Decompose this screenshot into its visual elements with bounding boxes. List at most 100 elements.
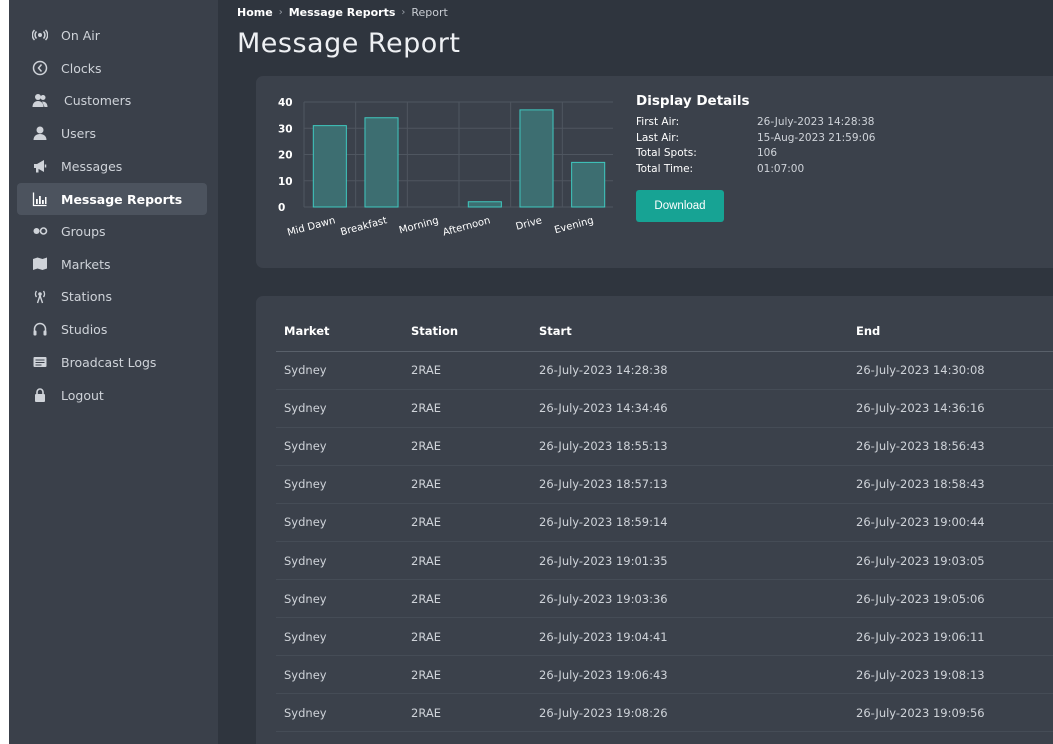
table-row[interactable]: Sydney 2RAE 26-July-2023 18:59:14 26-July-2…	[276, 503, 1053, 542]
customers-icon	[31, 91, 49, 109]
chart-bar	[571, 161, 606, 208]
first-air-value: 26-July-2023 14:28:38	[757, 116, 875, 128]
table-row[interactable]: Sydney 2RAE 26-July-2023 14:28:38 26-July-2…	[276, 351, 1053, 390]
table-row[interactable]: Sydney 2RAE 26-July-2023 14:34:46 26-July-2…	[276, 389, 1053, 428]
sidebar-item-groups[interactable]: Groups	[17, 215, 207, 247]
lock-icon	[31, 386, 49, 404]
market-cell: Sydney	[276, 503, 403, 542]
station-cell: 2RAE	[403, 693, 531, 733]
antenna-icon	[31, 287, 49, 305]
station-cell: 2RAE	[403, 427, 531, 466]
report-chart-icon	[31, 190, 49, 208]
station-cell: 2RAE	[403, 389, 531, 428]
chevron-right-icon: ›	[401, 7, 406, 18]
table-row[interactable]: Sydney 2RAE 26-July-2023 19:04:41 26-July-2…	[276, 617, 1053, 657]
table-row[interactable]: Sydney 2RAE 26-July-2023 19:08:26 26-July-2…	[276, 693, 1053, 733]
station-cell: 2RAE	[403, 503, 531, 542]
table-row[interactable]: Sydney 2RAE 26-July-2023 19:06:43 26-July-2…	[276, 655, 1053, 695]
groups-icon	[31, 222, 49, 240]
sidebar-item-logout[interactable]: Logout	[17, 379, 207, 411]
x-tick-label: Afternoon	[442, 215, 492, 238]
station-cell: 2RAE	[403, 579, 531, 619]
chevron-right-icon: ›	[278, 7, 283, 18]
total-spots-row: Total Spots: 106	[636, 146, 875, 162]
breadcrumb-message-reports[interactable]: Message Reports	[289, 6, 396, 19]
sidebar-item-label: Customers	[64, 92, 132, 108]
start-cell: 26-July-2023 14:34:46	[531, 389, 848, 428]
chart-bar	[312, 125, 347, 208]
app-window: On Air Clocks Customers Users Messages M…	[9, 0, 1053, 744]
end-cell: 26-July-2023 19:08:13	[848, 655, 1053, 695]
first-air-row: First Air: 26-July-2023 14:28:38	[636, 115, 875, 131]
sidebar-item-label: Studios	[61, 321, 108, 337]
sidebar-item-label: Message Reports	[61, 191, 183, 207]
station-cell: 2RAE	[403, 617, 531, 657]
display-details: Display Details First Air: 26-July-2023 1…	[636, 93, 875, 222]
headset-icon	[31, 320, 49, 338]
airings-table: Market Station Start End Sydney 2RAE 26-Ju…	[276, 312, 1053, 733]
sidebar-item-customers[interactable]: Customers	[17, 84, 207, 116]
total-spots-label: Total Spots:	[636, 147, 697, 159]
breadcrumb-home[interactable]: Home	[237, 6, 273, 19]
station-cell: 2RAE	[403, 541, 531, 581]
end-cell: 26-July-2023 19:06:11	[848, 617, 1053, 657]
sidebar-item-label: Clocks	[61, 60, 102, 76]
start-cell: 26-July-2023 14:28:38	[531, 351, 848, 390]
table-row[interactable]: Sydney 2RAE 26-July-2023 18:57:13 26-July-2…	[276, 465, 1053, 504]
airings-table-card: Market Station Start End Sydney 2RAE 26-Ju…	[256, 296, 1053, 744]
main-content: Home › Message Reports › Report Message …	[218, 0, 1053, 744]
total-spots-value: 106	[757, 147, 778, 159]
table-row[interactable]: Sydney 2RAE 26-July-2023 18:55:13 26-July-2…	[276, 427, 1053, 466]
column-header-market[interactable]: Market	[276, 312, 403, 352]
sidebar-item-label: On Air	[61, 27, 100, 43]
table-row[interactable]: Sydney 2RAE 26-July-2023 19:03:36 26-July-2…	[276, 579, 1053, 619]
download-button[interactable]: Download	[636, 190, 724, 222]
first-air-label: First Air:	[636, 116, 680, 128]
last-air-row: Last Air: 15-Aug-2023 21:59:06	[636, 131, 875, 147]
sidebar-item-users[interactable]: Users	[17, 117, 207, 149]
sidebar-item-messages[interactable]: Messages	[17, 150, 207, 182]
table-row[interactable]: Sydney 2RAE 26-July-2023 19:01:35 26-July-2…	[276, 541, 1053, 581]
sidebar-item-markets[interactable]: Markets	[17, 248, 207, 280]
market-cell: Sydney	[276, 465, 403, 504]
sidebar-item-clocks[interactable]: Clocks	[17, 52, 207, 84]
user-icon	[31, 124, 49, 142]
sidebar-item-broadcast-logs[interactable]: Broadcast Logs	[17, 346, 207, 378]
market-cell: Sydney	[276, 351, 403, 390]
column-header-station[interactable]: Station	[403, 312, 531, 352]
sidebar-item-stations[interactable]: Stations	[17, 280, 207, 312]
station-cell: 2RAE	[403, 465, 531, 504]
column-header-end[interactable]: End	[848, 312, 1053, 352]
start-cell: 26-July-2023 18:55:13	[531, 427, 848, 466]
total-time-value: 01:07:00	[757, 162, 805, 175]
sidebar-item-studios[interactable]: Studios	[17, 313, 207, 345]
y-tick-label: 0	[278, 202, 285, 214]
y-tick-label: 40	[278, 97, 293, 109]
y-tick-label: 10	[278, 176, 293, 188]
end-cell: 26-July-2023 19:05:06	[848, 579, 1053, 619]
chart-bar	[364, 117, 399, 208]
sidebar-item-message-reports[interactable]: Message Reports	[17, 183, 207, 215]
total-time-row: Total Time: 01:07:00	[636, 162, 875, 178]
column-header-start[interactable]: Start	[531, 312, 848, 352]
broadcast-icon	[31, 26, 49, 44]
spots-bar-chart: 0 10 20 30 40 Mid Dawn Breakfast Morning Afterno…	[278, 97, 613, 239]
end-cell: 26-July-2023 19:09:56	[848, 693, 1053, 733]
map-icon	[31, 255, 49, 273]
sidebar-item-label: Groups	[61, 223, 106, 239]
megaphone-icon	[31, 157, 49, 175]
market-cell: Sydney	[276, 579, 403, 619]
end-cell: 26-July-2023 14:30:08	[848, 351, 1053, 390]
end-cell: 26-July-2023 18:58:43	[848, 465, 1053, 504]
market-cell: Sydney	[276, 617, 403, 657]
market-cell: Sydney	[276, 427, 403, 466]
station-cell: 2RAE	[403, 655, 531, 695]
clock-icon	[31, 59, 49, 77]
details-title: Display Details	[636, 93, 750, 109]
sidebar: On Air Clocks Customers Users Messages M…	[9, 0, 218, 744]
sidebar-item-on-air[interactable]: On Air	[17, 19, 207, 51]
end-cell: 26-July-2023 14:36:16	[848, 389, 1053, 428]
report-summary-card: 0 10 20 30 40 Mid Dawn Breakfast Morning Afterno…	[256, 76, 1053, 268]
sidebar-item-label: Broadcast Logs	[61, 354, 157, 370]
start-cell: 26-July-2023 18:59:14	[531, 503, 848, 542]
